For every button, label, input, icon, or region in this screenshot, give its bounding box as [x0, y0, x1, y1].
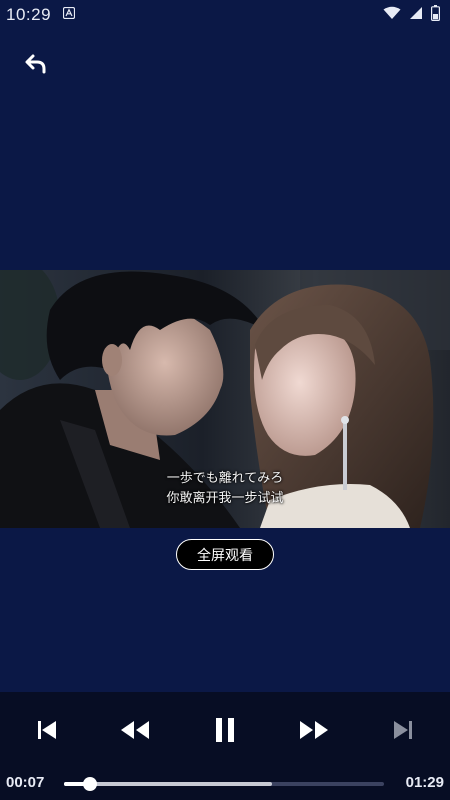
status-left: 10:29 — [6, 5, 76, 25]
pause-icon — [216, 718, 234, 742]
video-player-screen: 10:29 一歩でも離れてみろ 你敢离开我一步试试 全屏观看 00:07 01:… — [0, 0, 450, 800]
skip-previous-button[interactable] — [29, 714, 65, 746]
rewind-icon — [121, 721, 149, 739]
control-buttons-row — [0, 714, 450, 746]
subtitles: 一歩でも離れてみろ 你敢离开我一步试试 — [0, 468, 450, 508]
fast-forward-button[interactable] — [296, 714, 332, 746]
seek-bar[interactable] — [64, 777, 384, 791]
notification-a-icon — [62, 6, 76, 24]
status-right — [383, 4, 441, 26]
back-arrow-icon — [25, 54, 46, 74]
skip-next-button[interactable] — [385, 714, 421, 746]
signal-icon — [409, 6, 423, 25]
seek-thumb[interactable] — [82, 777, 97, 791]
fullscreen-button[interactable]: 全屏观看 — [176, 539, 274, 570]
playback-controls: 00:07 01:29 — [0, 692, 450, 800]
battery-icon — [431, 4, 441, 26]
subtitle-line-chinese: 你敢离开我一步试试 — [166, 490, 284, 505]
status-time: 10:29 — [6, 5, 52, 24]
wifi-icon — [383, 6, 401, 25]
subtitle-line-japanese: 一歩でも離れてみろ — [166, 470, 284, 485]
progress-row: 00:07 01:29 — [0, 772, 450, 796]
rewind-button[interactable] — [117, 714, 153, 746]
status-bar: 10:29 — [0, 0, 450, 30]
skip-previous-icon — [38, 721, 56, 739]
total-time: 01:29 — [405, 774, 444, 791]
current-time: 00:07 — [6, 774, 45, 791]
pause-button[interactable] — [207, 714, 243, 746]
fast-forward-icon — [300, 721, 328, 739]
back-button[interactable] — [20, 48, 52, 80]
skip-next-icon — [394, 721, 412, 739]
video-frame[interactable]: 一歩でも離れてみろ 你敢离开我一步试试 — [0, 270, 450, 528]
